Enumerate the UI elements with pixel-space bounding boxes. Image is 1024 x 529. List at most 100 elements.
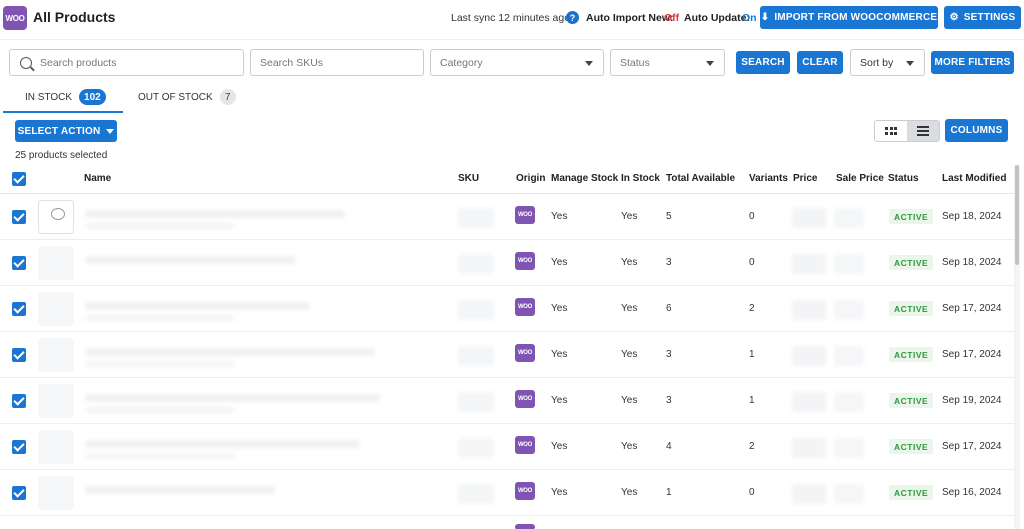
select-action-label: SELECT ACTION — [17, 125, 101, 137]
manage-stock-cell: Yes — [551, 395, 568, 406]
settings-button-label: SETTINGS — [963, 12, 1016, 23]
auto-update-value[interactable]: On — [742, 12, 757, 24]
tab-out-of-stock[interactable]: OUT OF STOCK 7 — [138, 89, 236, 105]
search-products-input[interactable]: Search products — [9, 49, 244, 76]
in-stock-cell: Yes — [621, 211, 638, 222]
product-thumbnail — [38, 246, 74, 280]
last-modified-cell: Sep 16, 2024 — [942, 487, 1002, 498]
table-row[interactable] — [0, 516, 1014, 529]
product-name-redacted — [85, 302, 310, 310]
table-row[interactable]: WOO Yes Yes 3 0 ACTIVE Sep 18, 2024 — [0, 240, 1014, 286]
last-modified-cell: Sep 17, 2024 — [942, 349, 1002, 360]
manage-stock-cell: Yes — [551, 211, 568, 222]
table-row[interactable]: WOO Yes Yes 3 1 ACTIVE Sep 19, 2024 — [0, 378, 1014, 424]
product-thumbnail — [38, 200, 74, 234]
column-header-status[interactable]: Status — [888, 173, 919, 184]
more-filters-button[interactable]: MORE FILTERS — [931, 51, 1014, 74]
sku-redacted — [458, 300, 494, 320]
table-row[interactable]: WOO Yes Yes 6 2 ACTIVE Sep 17, 2024 — [0, 286, 1014, 332]
variants-cell: 1 — [749, 349, 755, 360]
list-view-button[interactable] — [907, 121, 939, 141]
sale-price-redacted — [834, 392, 864, 412]
row-checkbox[interactable] — [12, 486, 26, 500]
product-thumbnail — [38, 338, 74, 372]
woocommerce-origin-icon: WOO — [515, 436, 535, 454]
settings-button[interactable]: ⚙ SETTINGS — [944, 6, 1021, 29]
row-checkbox[interactable] — [12, 210, 26, 224]
in-stock-count-badge: 102 — [79, 89, 106, 105]
product-thumbnail — [38, 384, 74, 418]
total-available-cell: 1 — [666, 487, 672, 498]
variants-cell: 2 — [749, 441, 755, 452]
auto-import-label: Auto Import New: — [586, 12, 674, 24]
product-subtitle-redacted — [85, 361, 235, 367]
download-icon: ⬇ — [760, 12, 770, 23]
select-all-checkbox[interactable] — [12, 172, 26, 186]
manage-stock-cell: Yes — [551, 441, 568, 452]
table-header: Name SKU Origin Manage Stock In Stock To… — [0, 165, 1014, 194]
table-scrollbar[interactable] — [1014, 165, 1020, 529]
chevron-down-icon — [585, 61, 593, 66]
row-checkbox[interactable] — [12, 302, 26, 316]
row-checkbox[interactable] — [12, 394, 26, 408]
table-row[interactable]: WOO Yes Yes 5 0 ACTIVE Sep 18, 2024 — [0, 194, 1014, 240]
in-stock-cell: Yes — [621, 257, 638, 268]
selected-count-text: 25 products selected — [15, 150, 108, 161]
row-checkbox[interactable] — [12, 440, 26, 454]
gear-icon: ⚙ — [949, 12, 959, 23]
manage-stock-cell: Yes — [551, 303, 568, 314]
column-header-price[interactable]: Price — [793, 173, 817, 184]
select-action-button[interactable]: SELECT ACTION — [15, 120, 117, 142]
import-from-woocommerce-button[interactable]: ⬇ IMPORT FROM WOOCOMMERCE — [760, 6, 938, 29]
sale-price-redacted — [834, 208, 864, 228]
search-button[interactable]: SEARCH — [736, 51, 790, 74]
import-button-label: IMPORT FROM WOOCOMMERCE — [774, 12, 938, 23]
variants-cell: 0 — [749, 211, 755, 222]
status-badge: ACTIVE — [889, 347, 934, 362]
status-badge: ACTIVE — [889, 255, 934, 270]
tab-in-stock[interactable]: IN STOCK 102 — [25, 89, 106, 105]
column-header-origin[interactable]: Origin — [516, 173, 545, 184]
row-checkbox[interactable] — [12, 256, 26, 270]
sale-price-redacted — [834, 254, 864, 274]
sku-redacted — [458, 208, 494, 228]
search-skus-input[interactable]: Search SKUs — [250, 49, 424, 76]
column-header-total-available[interactable]: Total Available — [666, 173, 735, 184]
search-skus-placeholder: Search SKUs — [260, 56, 324, 69]
auto-import-value[interactable]: Off — [664, 12, 679, 24]
page-title: All Products — [33, 9, 116, 25]
out-of-stock-count-badge: 7 — [219, 89, 236, 105]
grid-view-button[interactable] — [875, 121, 907, 141]
in-stock-cell: Yes — [621, 395, 638, 406]
manage-stock-cell: Yes — [551, 257, 568, 268]
total-available-cell: 3 — [666, 395, 672, 406]
column-header-in-stock[interactable]: In Stock — [621, 173, 660, 184]
clear-button[interactable]: CLEAR — [797, 51, 843, 74]
status-badge: ACTIVE — [889, 393, 934, 408]
column-header-sku[interactable]: SKU — [458, 173, 479, 184]
category-select[interactable]: Category — [430, 49, 604, 76]
table-row[interactable]: WOO Yes Yes 4 2 ACTIVE Sep 17, 2024 — [0, 424, 1014, 470]
column-header-variants[interactable]: Variants — [749, 173, 788, 184]
column-header-sale-price[interactable]: Sale Price — [836, 173, 884, 184]
last-modified-cell: Sep 17, 2024 — [942, 303, 1002, 314]
table-row[interactable]: WOO Yes Yes 3 1 ACTIVE Sep 17, 2024 — [0, 332, 1014, 378]
auto-update-label: Auto Update: — [684, 12, 750, 24]
sort-by-select[interactable]: Sort by — [850, 49, 925, 76]
sale-price-redacted — [834, 438, 864, 458]
scrollbar-thumb[interactable] — [1015, 165, 1019, 265]
table-row[interactable]: WOO Yes Yes 1 0 ACTIVE Sep 16, 2024 — [0, 470, 1014, 516]
price-redacted — [792, 484, 826, 504]
column-header-manage-stock[interactable]: Manage Stock — [551, 173, 618, 184]
row-checkbox[interactable] — [12, 348, 26, 362]
status-badge: ACTIVE — [889, 301, 934, 316]
total-available-cell: 4 — [666, 441, 672, 452]
status-select[interactable]: Status — [610, 49, 725, 76]
product-name-redacted — [85, 348, 375, 356]
column-header-name[interactable]: Name — [84, 173, 111, 184]
column-header-last-modified[interactable]: Last Modified — [942, 173, 1006, 184]
help-icon[interactable]: ? — [566, 11, 579, 24]
columns-button[interactable]: COLUMNS — [945, 119, 1008, 142]
list-view-icon — [917, 126, 929, 136]
sku-redacted — [458, 484, 494, 504]
